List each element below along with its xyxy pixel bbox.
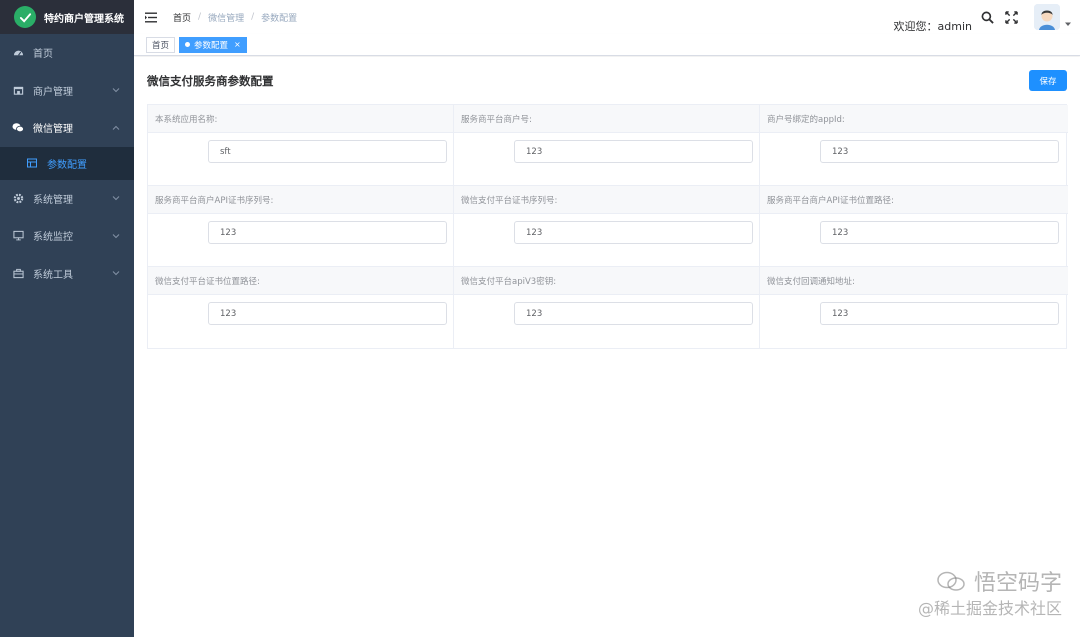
wechat-watermark-icon	[936, 570, 966, 592]
sidebar-item-label: 微信管理	[33, 124, 73, 136]
platform-cert-path-input[interactable]	[208, 302, 447, 325]
field-label: 微信支付平台证书序列号:	[454, 186, 759, 214]
sidebar: 特约商户管理系统 首页 商户管理 微信管理 参数配置 系统管理 系统监控 系统工…	[0, 0, 134, 637]
sidebar-item-home[interactable]: 首页	[0, 34, 134, 72]
watermark-line1: 悟空码字	[973, 571, 1062, 596]
gear-icon	[12, 192, 24, 204]
avatar[interactable]	[1034, 4, 1060, 30]
sidebar-item-label: 参数配置	[47, 159, 87, 171]
notify-url-input[interactable]	[820, 302, 1059, 325]
sidebar-item-label: 商户管理	[33, 86, 73, 98]
merchant-id-input[interactable]	[514, 140, 753, 163]
tag-params-config[interactable]: 参数配置 ×	[179, 36, 247, 53]
search-icon[interactable]	[980, 10, 994, 24]
field-label: 微信支付平台apiV3密钥:	[454, 267, 759, 295]
field-label: 服务商平台商户号:	[454, 105, 759, 133]
sidebar-item-system-tools[interactable]: 系统工具	[0, 255, 134, 293]
hamburger-icon[interactable]	[145, 11, 157, 23]
breadcrumb-separator: /	[251, 12, 255, 22]
platform-cert-serial-input[interactable]	[514, 221, 753, 244]
sidebar-item-system-manage[interactable]: 系统管理	[0, 180, 134, 218]
toolbox-icon	[12, 267, 24, 279]
header-right-menu: 欢迎您：admin	[894, 0, 1080, 34]
shop-icon	[12, 84, 24, 96]
caret-down-icon[interactable]	[1064, 20, 1072, 28]
form-cell: 服务商平台商户API证书位置路径:	[760, 186, 1068, 267]
tag-home[interactable]: 首页	[146, 36, 176, 53]
apiv3-key-input[interactable]	[514, 302, 753, 325]
active-dot-icon	[185, 42, 191, 47]
monitor-icon	[12, 230, 24, 242]
chevron-down-icon	[112, 269, 120, 277]
watermark: 悟空码字 @稀土掘金技术社区	[918, 565, 1062, 619]
wechat-logo-icon	[14, 6, 36, 28]
close-icon[interactable]: ×	[234, 40, 241, 49]
wechat-icon	[12, 122, 24, 134]
merchant-cert-path-input[interactable]	[820, 221, 1059, 244]
appid-input[interactable]	[820, 140, 1059, 163]
form-cell: 微信支付平台证书位置路径:	[148, 267, 454, 348]
form-cell: 服务商平台商户API证书序列号:	[148, 186, 454, 267]
fullscreen-icon[interactable]	[1004, 10, 1018, 24]
chevron-down-icon	[112, 194, 120, 202]
form-cell: 商户号绑定的appId:	[760, 105, 1068, 186]
chevron-up-icon	[112, 124, 120, 132]
tags-view: 首页 参数配置 ×	[134, 34, 1080, 56]
app-name-input[interactable]	[208, 140, 447, 163]
field-label: 微信支付回调通知地址:	[760, 267, 1068, 295]
welcome-text: 欢迎您：admin	[893, 20, 972, 33]
table-icon	[26, 158, 37, 169]
field-label: 本系统应用名称:	[148, 105, 453, 133]
main-content: 微信支付服务商参数配置 保存 本系统应用名称: 服务商平台商户号: 商户号绑定的…	[134, 57, 1080, 637]
save-button[interactable]: 保存	[1029, 70, 1067, 91]
breadcrumb-separator: /	[198, 12, 202, 22]
sidebar-item-label: 首页	[33, 49, 53, 61]
form-cell: 微信支付平台证书序列号:	[454, 186, 760, 267]
tag-label: 首页	[152, 40, 170, 51]
breadcrumb-item[interactable]: 首页	[173, 11, 191, 24]
sidebar-item-merchant[interactable]: 商户管理	[0, 72, 134, 110]
page-title: 微信支付服务商参数配置	[147, 74, 274, 88]
merchant-cert-serial-input[interactable]	[208, 221, 447, 244]
breadcrumb: 首页 / 微信管理 / 参数配置	[173, 11, 297, 24]
tag-label: 参数配置	[194, 40, 229, 51]
app-logo-bar[interactable]: 特约商户管理系统	[0, 0, 134, 34]
sidebar-item-label: 系统管理	[33, 194, 73, 206]
sidebar-item-label: 系统监控	[33, 232, 73, 244]
form-cell: 服务商平台商户号:	[454, 105, 760, 186]
sidebar-item-params-config[interactable]: 参数配置	[0, 146, 134, 180]
form-cell: 本系统应用名称:	[148, 105, 454, 186]
field-label: 服务商平台商户API证书位置路径:	[760, 186, 1068, 214]
field-label: 服务商平台商户API证书序列号:	[148, 186, 453, 214]
top-navbar: 首页 / 微信管理 / 参数配置 欢迎您：admin	[134, 0, 1080, 34]
chevron-down-icon	[112, 232, 120, 240]
sidebar-item-label: 系统工具	[33, 269, 73, 281]
form-cell: 微信支付回调通知地址:	[760, 267, 1068, 348]
field-label: 商户号绑定的appId:	[760, 105, 1068, 133]
sidebar-item-system-monitor[interactable]: 系统监控	[0, 217, 134, 255]
breadcrumb-item: 微信管理	[208, 13, 245, 24]
watermark-line2: @稀土掘金技术社区	[917, 599, 1062, 618]
sidebar-item-wechat[interactable]: 微信管理	[0, 109, 134, 147]
breadcrumb-item: 参数配置	[261, 13, 298, 24]
field-label: 微信支付平台证书位置路径:	[148, 267, 453, 295]
app-title: 特约商户管理系统	[44, 13, 124, 25]
config-form-grid: 本系统应用名称: 服务商平台商户号: 商户号绑定的appId: 服务商平台商户A…	[147, 104, 1068, 349]
chevron-down-icon	[112, 86, 120, 94]
dashboard-icon	[12, 47, 24, 59]
form-cell: 微信支付平台apiV3密钥:	[454, 267, 760, 348]
